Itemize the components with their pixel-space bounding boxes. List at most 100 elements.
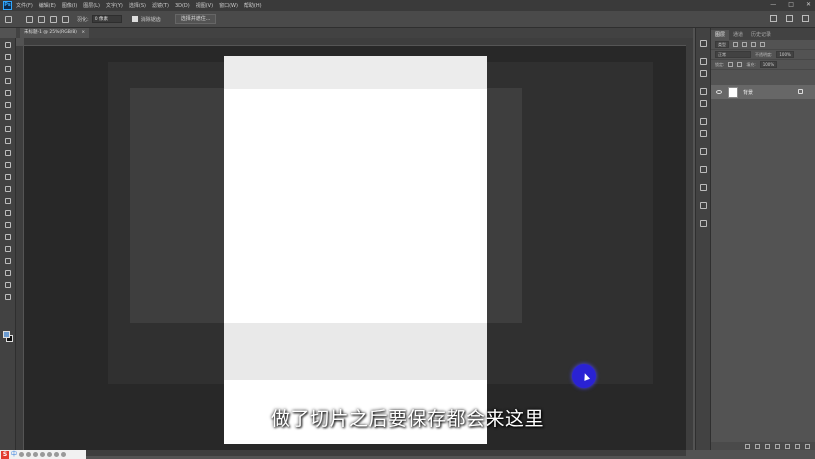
ime-skin-icon[interactable] <box>47 452 53 457</box>
marquee-tool-icon[interactable] <box>4 54 12 61</box>
layer-row-background[interactable]: 背景 <box>711 85 815 99</box>
intersect-selection-icon[interactable] <box>62 15 69 23</box>
properties-icon[interactable] <box>700 100 707 107</box>
tab-history[interactable]: 历史记录 <box>747 30 775 40</box>
blur-tool-icon[interactable] <box>4 198 12 205</box>
tab-layers[interactable]: 图层 <box>711 30 730 40</box>
menu-view[interactable]: 视图(V) <box>196 2 213 9</box>
new-selection-icon[interactable] <box>26 15 33 23</box>
menu-filter[interactable]: 滤镜(T) <box>152 2 169 9</box>
document-tab-close-icon[interactable]: × <box>81 30 85 35</box>
maximize-button[interactable]: □ <box>788 1 794 8</box>
ime-logo-icon[interactable]: S <box>1 450 9 459</box>
close-button[interactable]: ✕ <box>806 1 811 8</box>
hand-tool-icon[interactable] <box>4 270 12 277</box>
new-fill-layer-icon[interactable] <box>775 443 780 449</box>
document-canvas[interactable] <box>224 56 487 444</box>
antialias-checkbox[interactable] <box>131 16 138 22</box>
menu-3d[interactable]: 3D(D) <box>175 3 190 9</box>
zoom-tool-icon[interactable] <box>4 282 12 289</box>
vertical-scrollbar[interactable] <box>686 38 693 450</box>
pen-tool-icon[interactable] <box>4 222 12 229</box>
healing-brush-tool-icon[interactable] <box>4 126 12 133</box>
visibility-eye-icon[interactable] <box>716 90 722 94</box>
paragraph-icon[interactable] <box>700 148 707 155</box>
ime-punctuation-icon[interactable] <box>19 452 25 457</box>
ime-taskbar: S 中 <box>0 450 86 459</box>
menu-type[interactable]: 文字(Y) <box>106 2 123 9</box>
delete-layer-icon[interactable] <box>805 443 810 449</box>
filter-type-icon[interactable] <box>751 42 756 47</box>
brush-tool-icon[interactable] <box>4 138 12 145</box>
add-selection-icon[interactable] <box>38 15 45 23</box>
clone-stamp-tool-icon[interactable] <box>4 150 12 157</box>
menu-edit[interactable]: 编辑(E) <box>39 2 56 9</box>
brush-settings-icon[interactable] <box>700 58 707 65</box>
type-tool-icon[interactable] <box>4 234 12 241</box>
shape-tool-icon[interactable] <box>4 258 12 265</box>
menu-window[interactable]: 窗口(W) <box>219 2 238 9</box>
select-and-mask-button[interactable]: 选择并遮住... <box>174 14 217 24</box>
feather-input[interactable]: 0 像素 <box>91 15 122 23</box>
gradient-tool-icon[interactable] <box>4 186 12 193</box>
layers-panel-icon[interactable] <box>700 118 707 125</box>
menu-file[interactable]: 文件(F) <box>16 2 33 9</box>
lasso-tool-preset-icon[interactable] <box>5 15 12 23</box>
layer-kind-select[interactable]: 类型 <box>715 41 729 48</box>
link-layers-icon[interactable] <box>745 443 750 449</box>
subtract-selection-icon[interactable] <box>50 15 57 23</box>
add-mask-icon[interactable] <box>765 443 770 449</box>
eyedropper-tool-icon[interactable] <box>4 114 12 121</box>
foreground-color-swatch[interactable] <box>3 331 10 338</box>
layer-style-icon[interactable] <box>755 443 760 449</box>
ime-voice-icon[interactable] <box>33 452 39 457</box>
document-tab[interactable]: 未标题-1 @ 25%(RGB/8) × <box>20 28 90 38</box>
character-icon[interactable] <box>700 220 707 227</box>
ime-keyboard-icon[interactable] <box>40 452 46 457</box>
filter-shape-icon[interactable] <box>760 42 765 47</box>
menu-select[interactable]: 选择(S) <box>129 2 146 9</box>
new-group-icon[interactable] <box>785 443 790 449</box>
search-icon[interactable] <box>770 15 777 22</box>
lasso-tool-icon[interactable] <box>4 66 12 73</box>
new-layer-icon[interactable] <box>795 443 800 449</box>
canvas-overlay-band-bottom <box>224 323 487 380</box>
menu-help[interactable]: 帮助(H) <box>244 2 262 9</box>
layer-filter-row: 类型 <box>711 40 815 50</box>
filter-adjust-icon[interactable] <box>742 42 747 47</box>
ime-menu-icon[interactable] <box>61 452 67 457</box>
workspace-icon[interactable] <box>786 15 793 22</box>
horizontal-scrollbar[interactable] <box>24 450 686 456</box>
share-icon[interactable] <box>802 15 809 22</box>
swatches-icon[interactable] <box>700 130 707 137</box>
fill-input[interactable]: 100% <box>759 61 778 68</box>
move-tool-icon[interactable] <box>4 42 12 49</box>
filter-pixel-icon[interactable] <box>733 42 738 47</box>
history-brush-tool-icon[interactable] <box>4 162 12 169</box>
dodge-tool-icon[interactable] <box>4 210 12 217</box>
menu-image[interactable]: 图像(I) <box>62 2 77 9</box>
minimize-button[interactable]: — <box>770 1 776 8</box>
lock-position-icon[interactable] <box>737 62 743 67</box>
ime-tools-icon[interactable] <box>54 452 60 457</box>
info-panel-icon[interactable] <box>700 40 707 47</box>
crop-tool-icon[interactable] <box>4 90 12 97</box>
eraser-tool-icon[interactable] <box>4 174 12 181</box>
magic-wand-tool-icon[interactable] <box>4 78 12 85</box>
ime-emoji-icon[interactable] <box>26 452 32 457</box>
adjustments-icon[interactable] <box>700 70 707 77</box>
tab-channels[interactable]: 通道 <box>729 30 747 40</box>
opacity-input[interactable]: 100% <box>776 51 794 58</box>
menu-layer[interactable]: 图层(L) <box>83 2 100 9</box>
edit-toolbar-icon[interactable] <box>4 294 12 301</box>
3d-panel-icon[interactable] <box>700 202 707 209</box>
libraries-icon[interactable] <box>700 88 707 95</box>
frame-tool-icon[interactable] <box>4 102 12 109</box>
lock-pixels-icon[interactable] <box>728 62 734 67</box>
path-selection-tool-icon[interactable] <box>4 246 12 253</box>
ime-language-indicator[interactable]: 中 <box>11 451 17 459</box>
styles-icon[interactable] <box>700 184 707 191</box>
blend-mode-select[interactable]: 正常 <box>715 51 751 58</box>
color-panel-icon[interactable] <box>700 166 707 173</box>
vertical-ruler <box>16 46 24 450</box>
